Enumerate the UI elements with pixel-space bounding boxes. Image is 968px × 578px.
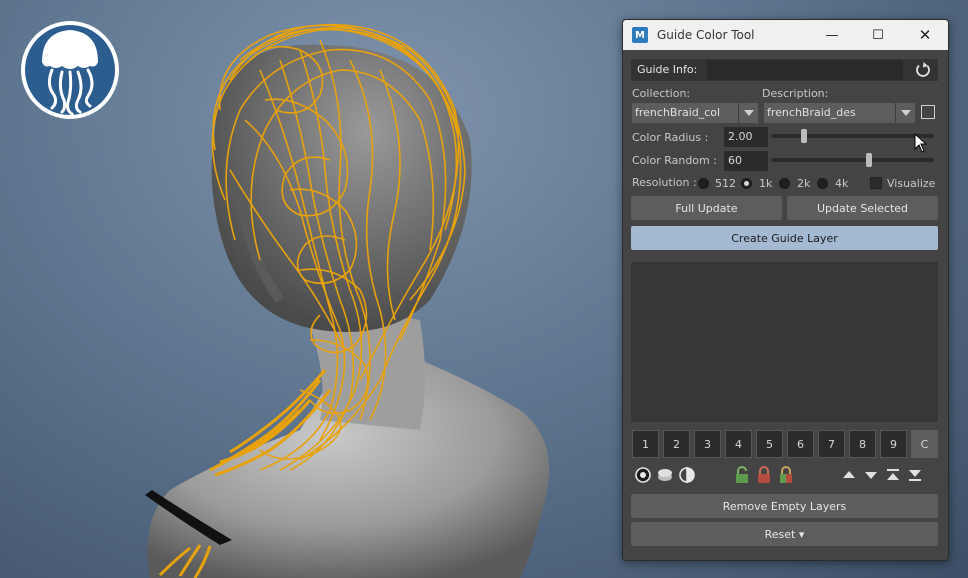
- color-random-slider-handle[interactable]: [865, 153, 872, 167]
- layer-slot-6-button[interactable]: 6: [787, 430, 814, 458]
- layer-slot-2-button[interactable]: 2: [663, 430, 690, 458]
- color-random-slider[interactable]: [771, 158, 934, 162]
- layer-slot-8-button[interactable]: 8: [849, 430, 876, 458]
- color-random-field[interactable]: 60: [724, 151, 768, 171]
- layer-slot-4-button[interactable]: 4: [725, 430, 752, 458]
- guide-color-tool-window: M Guide Color Tool — ☐ ✕ Guide Info: Col…: [622, 19, 949, 561]
- visualize-label: Visualize: [887, 177, 936, 190]
- description-label: Description:: [762, 87, 829, 100]
- layer-slot-9-button[interactable]: 9: [880, 430, 907, 458]
- lock-red-icon[interactable]: [755, 466, 773, 484]
- chevron-down-icon[interactable]: [738, 103, 758, 123]
- jellyfish-logo: [21, 21, 119, 119]
- resolution-option-4k: 4k: [835, 177, 849, 190]
- close-button[interactable]: ✕: [902, 20, 948, 50]
- resolution-radio-4k[interactable]: [817, 178, 828, 189]
- reset-button[interactable]: Reset ▾: [631, 522, 938, 546]
- update-selected-button[interactable]: Update Selected: [787, 196, 938, 220]
- layer-slot-7-button[interactable]: 7: [818, 430, 845, 458]
- visualize-checkbox[interactable]: [870, 177, 882, 189]
- resolution-radio-512[interactable]: [698, 178, 709, 189]
- lock-toggle-icon[interactable]: [777, 466, 795, 484]
- collection-dropdown[interactable]: frenchBraid_col: [632, 103, 758, 123]
- minimize-icon: —: [825, 27, 839, 43]
- move-down-icon[interactable]: [862, 466, 880, 484]
- color-radius-label: Color Radius :: [632, 131, 709, 144]
- color-radius-field[interactable]: 2.00: [724, 127, 768, 147]
- color-radius-slider-handle[interactable]: [800, 129, 807, 143]
- description-dropdown[interactable]: frenchBraid_des: [764, 103, 915, 123]
- create-guide-layer-button[interactable]: Create Guide Layer: [631, 226, 938, 250]
- layers-stack-icon[interactable]: [656, 466, 674, 484]
- window-title: Guide Color Tool: [657, 28, 755, 42]
- color-random-label: Color Random :: [632, 154, 717, 167]
- title-bar[interactable]: M Guide Color Tool — ☐ ✕: [623, 20, 948, 50]
- layer-slot-3-button[interactable]: 3: [694, 430, 721, 458]
- guide-info-label: Guide Info:: [637, 63, 698, 76]
- resolution-radio-1k[interactable]: [741, 178, 752, 189]
- layer-slot-c-button[interactable]: C: [911, 430, 938, 458]
- visibility-eye-icon[interactable]: [634, 466, 652, 484]
- resolution-option-512: 512: [715, 177, 736, 190]
- close-icon: ✕: [918, 26, 932, 44]
- layer-slot-1-button[interactable]: 1: [632, 430, 659, 458]
- collection-label: Collection:: [632, 87, 691, 100]
- square-toggle-icon[interactable]: [921, 105, 935, 119]
- refresh-icon[interactable]: [914, 61, 932, 79]
- remove-empty-layers-button[interactable]: Remove Empty Layers: [631, 494, 938, 518]
- maya-app-icon: M: [632, 27, 648, 43]
- move-bottom-icon[interactable]: [906, 466, 924, 484]
- full-update-button[interactable]: Full Update: [631, 196, 782, 220]
- chevron-down-icon[interactable]: [895, 103, 915, 123]
- minimize-button[interactable]: —: [809, 20, 855, 50]
- move-top-icon[interactable]: [884, 466, 902, 484]
- app-icon-letter: M: [635, 29, 645, 41]
- resolution-radio-2k[interactable]: [779, 178, 790, 189]
- mannequin-bust: [145, 44, 550, 578]
- move-up-icon[interactable]: [840, 466, 858, 484]
- resolution-option-1k: 1k: [759, 177, 773, 190]
- guide-info-row: Guide Info:: [631, 59, 938, 81]
- unlock-green-icon[interactable]: [733, 466, 751, 484]
- half-circle-toggle-icon[interactable]: [678, 466, 696, 484]
- collection-value: frenchBraid_col: [635, 106, 721, 119]
- layer-slot-5-button[interactable]: 5: [756, 430, 783, 458]
- mouse-cursor-icon: [914, 133, 928, 153]
- resolution-option-2k: 2k: [797, 177, 811, 190]
- maximize-button[interactable]: ☐: [855, 20, 901, 50]
- color-radius-slider[interactable]: [771, 134, 934, 138]
- guide-layer-list[interactable]: [631, 262, 938, 422]
- description-value: frenchBraid_des: [767, 106, 856, 119]
- maximize-icon: ☐: [872, 27, 884, 43]
- guide-info-field[interactable]: [707, 60, 903, 80]
- resolution-label: Resolution :: [632, 176, 697, 189]
